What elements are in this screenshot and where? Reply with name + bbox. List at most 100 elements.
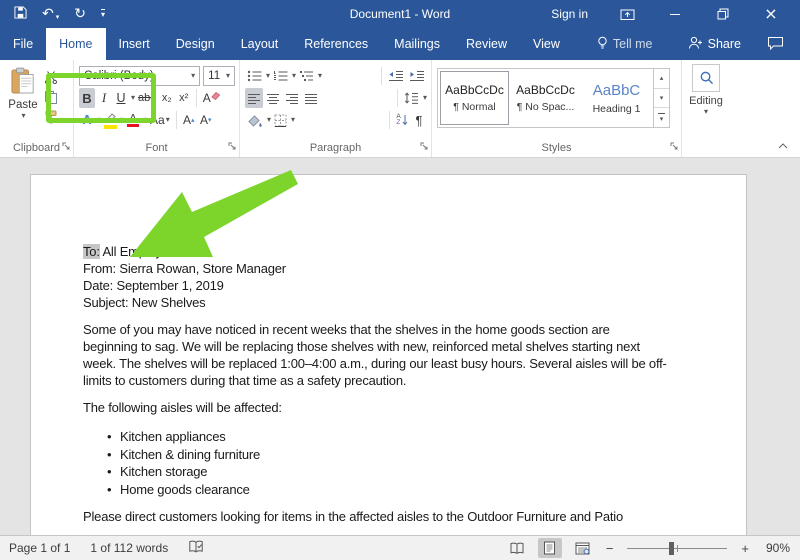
clipboard-dialog-launcher-icon[interactable] [62,141,70,153]
bullets-button[interactable] [245,66,264,86]
font-name-combo[interactable]: Calibri (Body) ▾ [79,66,201,86]
share-button[interactable]: Share [687,36,741,53]
paste-dropdown-icon[interactable]: ▾ [21,112,25,120]
selected-text[interactable]: To: [83,244,100,259]
superscript-button[interactable]: x² [176,88,192,108]
bullet-icon: • [107,429,112,444]
text-effects-dropdown-icon[interactable]: ▾ [97,116,101,124]
zoom-out-button[interactable]: − [604,541,616,556]
customize-toolbar-icon[interactable]: ▾ [100,9,105,19]
borders-dropdown-icon[interactable]: ▾ [291,116,295,124]
line-spacing-button[interactable] [402,88,421,108]
tab-design[interactable]: Design [163,28,228,60]
numbering-button[interactable] [271,66,290,86]
justify-button[interactable] [302,88,320,108]
comment-icon[interactable] [767,36,784,53]
style-no-spacing[interactable]: AaBbCcDc ¶ No Spac... [511,71,580,125]
shading-dropdown-icon[interactable]: ▾ [267,116,271,124]
collapse-ribbon-icon[interactable] [778,138,788,152]
font-dialog-launcher-icon[interactable] [228,141,236,153]
undo-dropdown-icon[interactable]: ▾ [56,13,60,21]
tab-review[interactable]: Review [453,28,520,60]
restore-button[interactable] [714,5,732,23]
zoom-level[interactable]: 90% [760,541,790,555]
numbering-dropdown-icon[interactable]: ▾ [292,72,296,80]
copy-button[interactable] [44,88,58,105]
zoom-slider-thumb[interactable] [669,541,675,555]
tab-layout[interactable]: Layout [228,28,292,60]
align-center-button[interactable] [264,88,282,108]
web-layout-button[interactable] [571,538,595,558]
multilevel-dropdown-icon[interactable]: ▾ [318,72,322,80]
font-size-dropdown-icon[interactable]: ▾ [226,72,230,80]
font-color-button[interactable]: A [125,110,141,130]
paragraph-dialog-launcher-icon[interactable] [420,141,428,153]
tab-file[interactable]: File [0,28,46,60]
document-content[interactable]: To: All Employees From: Sierra Rowan, St… [83,243,723,525]
strikethrough-button[interactable]: abc [136,88,158,108]
quick-access-toolbar: ↶ ▾ ↻ ▾ [0,6,105,22]
styles-scroll-up-icon[interactable]: ▴ [654,69,669,88]
tab-view[interactable]: View [520,28,573,60]
tell-me-box[interactable]: Tell me [589,28,661,60]
align-right-button[interactable] [283,88,301,108]
undo-button[interactable]: ↶ ▾ [42,7,59,21]
borders-button[interactable] [272,110,289,130]
line-spacing-dropdown-icon[interactable]: ▾ [423,94,427,102]
paste-button[interactable]: Paste ▾ [5,65,41,139]
increase-indent-button[interactable] [407,66,427,86]
styles-expand-gallery-icon[interactable]: ▾ [654,107,669,127]
highlight-color-button[interactable] [102,110,118,130]
font-color-dropdown-icon[interactable]: ▾ [143,116,147,124]
zoom-in-button[interactable]: + [739,541,751,556]
show-paragraph-marks-button[interactable]: ¶ [411,110,427,130]
format-painter-button[interactable] [44,108,58,125]
italic-button[interactable]: I [96,88,112,108]
bullets-dropdown-icon[interactable]: ▾ [266,72,270,80]
word-count[interactable]: 1 of 112 words [90,541,168,555]
sort-button[interactable]: A Z [394,110,410,130]
memo-paragraph-1: Some of you may have noticed in recent w… [83,322,667,388]
shading-button[interactable] [245,110,265,130]
print-layout-button[interactable] [537,538,562,558]
font-name-dropdown-icon[interactable]: ▾ [191,72,195,80]
zoom-slider[interactable] [627,541,728,555]
highlight-dropdown-icon[interactable]: ▾ [120,116,124,124]
ribbon: Paste ▾ Clipboard Calibri (Body) ▾ 11 ▾ … [0,60,800,158]
multilevel-list-button[interactable] [297,66,316,86]
proofing-status-icon[interactable] [188,540,204,557]
subscript-button[interactable]: x₂ [159,88,175,108]
change-case-button[interactable]: Aa ▾ [148,110,172,130]
save-icon[interactable] [14,6,27,22]
clear-formatting-button[interactable]: A [201,88,221,108]
redo-icon[interactable]: ↻ [74,7,86,21]
text-effects-button[interactable]: A [79,110,95,130]
read-mode-button[interactable] [505,538,529,558]
style-heading1[interactable]: AaBbC Heading 1 [582,71,651,125]
tab-mailings[interactable]: Mailings [381,28,453,60]
underline-button[interactable]: U [113,88,129,108]
decrease-indent-button[interactable] [386,66,406,86]
align-left-button[interactable] [245,88,263,108]
tab-home[interactable]: Home [46,28,106,60]
editing-dropdown-icon[interactable]: ▾ [682,107,730,116]
close-button[interactable]: × [762,5,780,23]
ribbon-display-options-icon[interactable] [618,5,636,23]
shrink-font-button[interactable]: A ▾ [198,110,214,130]
ribbon-tab-row: File Home Insert Design Layout Reference… [0,28,800,60]
grow-font-button[interactable]: A ▴ [181,110,197,130]
font-size-combo[interactable]: 11 ▾ [203,66,235,86]
minimize-button[interactable] [666,5,684,23]
sign-in-link[interactable]: Sign in [551,7,588,21]
cut-button[interactable] [44,68,58,85]
bold-button[interactable]: B [79,88,95,108]
underline-dropdown-icon[interactable]: ▾ [131,94,135,102]
styles-dialog-launcher-icon[interactable] [670,141,678,153]
page-count[interactable]: Page 1 of 1 [9,541,70,555]
style-normal[interactable]: AaBbCcDc ¶ Normal [440,71,509,125]
shrink-caret-icon: ▾ [208,116,212,124]
tab-insert[interactable]: Insert [106,28,163,60]
styles-scroll-down-icon[interactable]: ▾ [654,87,669,108]
editing-find-button[interactable] [692,64,720,92]
tab-references[interactable]: References [291,28,381,60]
